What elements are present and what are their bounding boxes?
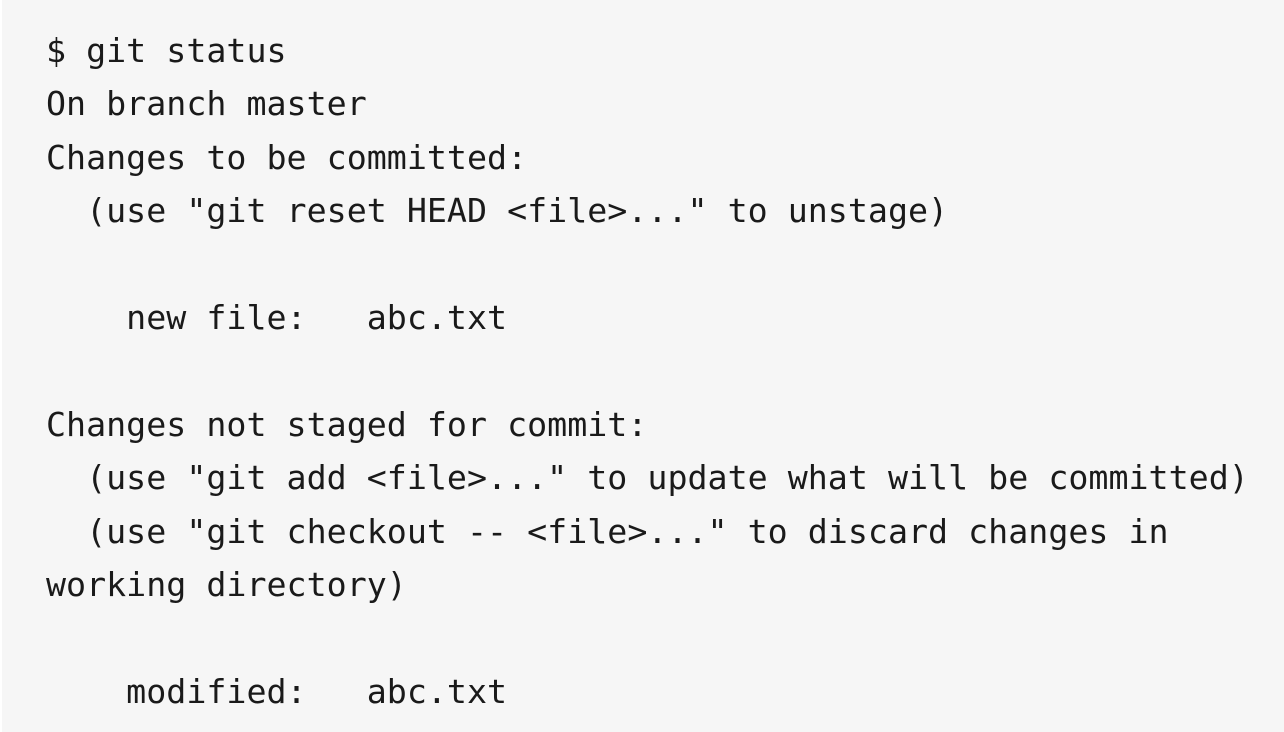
terminal-output: $ git status On branch master Changes to…: [2, 0, 1284, 732]
unstaged-heading: Changes not staged for commit:: [46, 404, 648, 444]
unstage-hint: (use "git reset HEAD <file>..." to unsta…: [46, 191, 949, 231]
checkout-hint-continued: working directory): [46, 564, 407, 604]
command-line: $ git status: [46, 31, 287, 70]
staged-file-entry: new file: abc.txt: [46, 297, 508, 337]
branch-line: On branch master: [46, 84, 367, 124]
staged-heading: Changes to be committed:: [46, 137, 528, 177]
checkout-hint: (use "git checkout -- <file>..." to disc…: [46, 511, 1169, 551]
add-hint: (use "git add <file>..." to update what …: [46, 458, 1249, 498]
modified-file-entry: modified: abc.txt: [46, 671, 508, 711]
